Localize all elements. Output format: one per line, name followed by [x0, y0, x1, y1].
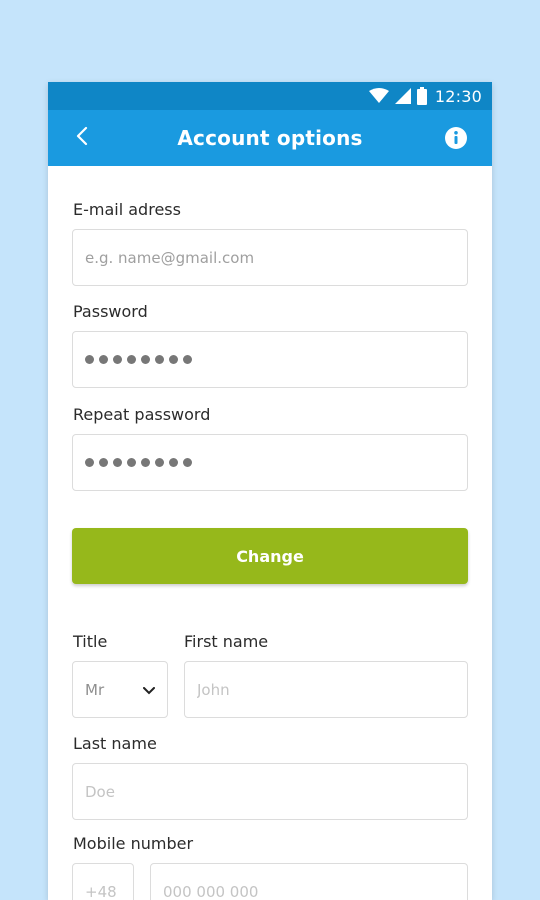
phone-frame: 12:30 Account options E-mail adress Pass… [48, 82, 492, 900]
country-code-field[interactable] [72, 863, 134, 900]
first-name-input[interactable] [197, 680, 467, 699]
email-field[interactable] [72, 229, 468, 286]
info-button[interactable] [444, 126, 468, 150]
last-name-label: Last name [73, 734, 157, 753]
password-mask [85, 355, 192, 364]
email-label: E-mail adress [73, 200, 181, 219]
email-input[interactable] [85, 248, 467, 267]
password-label: Password [73, 302, 148, 321]
battery-icon [416, 87, 427, 105]
status-time: 12:30 [434, 86, 482, 106]
back-button[interactable] [70, 126, 94, 150]
phone-number-input[interactable] [163, 882, 467, 900]
chevron-left-icon [75, 126, 89, 150]
last-name-field[interactable] [72, 763, 468, 820]
repeat-password-label: Repeat password [73, 405, 211, 424]
title-select-value: Mr [85, 680, 105, 699]
repeat-password-field[interactable] [72, 434, 468, 491]
first-name-label: First name [184, 632, 269, 651]
country-code-input[interactable] [85, 882, 133, 900]
page-title: Account options [177, 126, 363, 150]
info-icon [444, 127, 468, 154]
change-button[interactable]: Change [72, 528, 468, 584]
title-label: Title [73, 632, 108, 651]
title-select[interactable]: Mr [72, 661, 168, 718]
status-bar: 12:30 [48, 82, 492, 110]
repeat-password-mask [85, 458, 192, 467]
phone-number-field[interactable] [150, 863, 468, 900]
signal-icon [394, 88, 411, 104]
last-name-input[interactable] [85, 782, 467, 801]
first-name-field[interactable] [184, 661, 468, 718]
app-bar: Account options [48, 110, 492, 166]
wifi-icon [368, 88, 389, 104]
mobile-number-label: Mobile number [73, 834, 194, 853]
password-field[interactable] [72, 331, 468, 388]
chevron-down-icon [143, 681, 155, 699]
